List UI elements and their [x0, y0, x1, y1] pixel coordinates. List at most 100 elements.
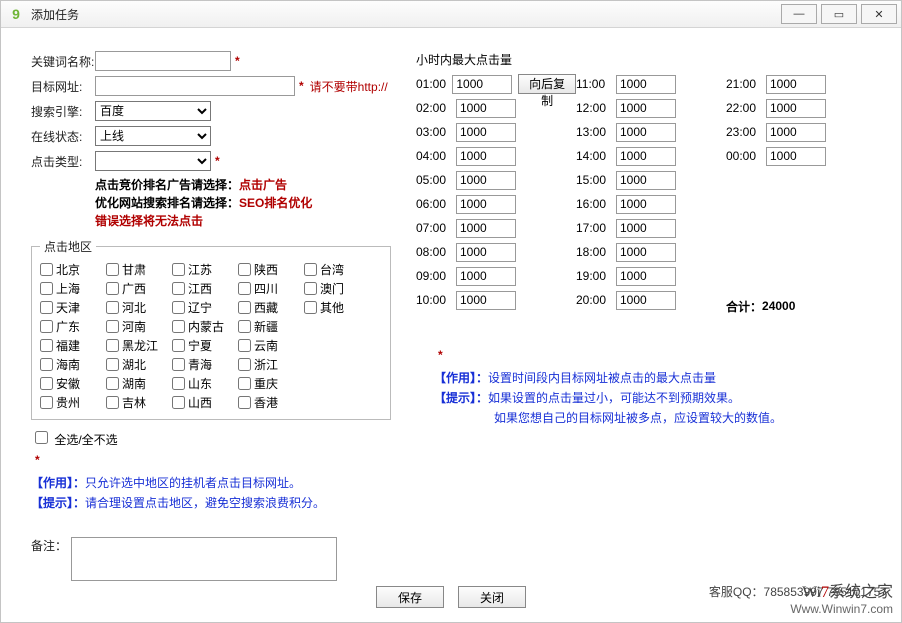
region-item[interactable]: 新疆 — [238, 318, 300, 335]
engine-select[interactable]: 百度 — [95, 101, 211, 121]
region-checkbox[interactable] — [304, 301, 317, 314]
hourly-value-input[interactable] — [616, 99, 676, 118]
region-checkbox[interactable] — [172, 301, 185, 314]
hourly-value-input[interactable] — [456, 291, 516, 310]
region-item[interactable]: 云南 — [238, 337, 300, 354]
region-checkbox[interactable] — [238, 377, 251, 390]
region-item[interactable]: 香港 — [238, 394, 300, 411]
hourly-value-input[interactable] — [456, 243, 516, 262]
save-button[interactable]: 保存 — [376, 586, 444, 608]
maximize-button[interactable]: ▭ — [821, 4, 857, 24]
region-item[interactable]: 广东 — [40, 318, 102, 335]
region-checkbox[interactable] — [106, 320, 119, 333]
hourly-value-input[interactable] — [616, 291, 676, 310]
region-checkbox[interactable] — [238, 396, 251, 409]
status-select[interactable]: 上线 — [95, 126, 211, 146]
region-item[interactable]: 辽宁 — [172, 299, 234, 316]
region-item[interactable]: 台湾 — [304, 261, 366, 278]
region-checkbox[interactable] — [106, 282, 119, 295]
close-button[interactable]: ✕ — [861, 4, 897, 24]
region-item[interactable]: 河南 — [106, 318, 168, 335]
region-checkbox[interactable] — [106, 377, 119, 390]
region-checkbox[interactable] — [172, 377, 185, 390]
region-checkbox[interactable] — [106, 339, 119, 352]
close-dialog-button[interactable]: 关闭 — [458, 586, 526, 608]
region-item[interactable]: 山东 — [172, 375, 234, 392]
region-checkbox[interactable] — [304, 282, 317, 295]
hourly-value-input[interactable] — [456, 99, 516, 118]
region-item[interactable]: 山西 — [172, 394, 234, 411]
hourly-value-input[interactable] — [616, 195, 676, 214]
region-item[interactable]: 四川 — [238, 280, 300, 297]
hourly-value-input[interactable] — [452, 75, 512, 94]
hourly-value-input[interactable] — [616, 171, 676, 190]
region-checkbox[interactable] — [106, 358, 119, 371]
select-all-row[interactable]: 全选/全不选 — [31, 428, 118, 448]
region-checkbox[interactable] — [40, 301, 53, 314]
hourly-value-input[interactable] — [456, 195, 516, 214]
region-checkbox[interactable] — [172, 320, 185, 333]
hourly-value-input[interactable] — [616, 123, 676, 142]
minimize-button[interactable]: — — [781, 4, 817, 24]
region-item[interactable]: 浙江 — [238, 356, 300, 373]
region-item[interactable]: 宁夏 — [172, 337, 234, 354]
region-checkbox[interactable] — [238, 301, 251, 314]
region-item[interactable]: 河北 — [106, 299, 168, 316]
region-item[interactable]: 安徽 — [40, 375, 102, 392]
remark-input[interactable] — [71, 537, 337, 581]
region-item[interactable]: 江西 — [172, 280, 234, 297]
region-checkbox[interactable] — [172, 263, 185, 276]
region-item[interactable]: 青海 — [172, 356, 234, 373]
region-item[interactable]: 重庆 — [238, 375, 300, 392]
region-item[interactable]: 北京 — [40, 261, 102, 278]
hourly-value-input[interactable] — [456, 171, 516, 190]
region-item[interactable]: 福建 — [40, 337, 102, 354]
hourly-value-input[interactable] — [456, 147, 516, 166]
region-checkbox[interactable] — [238, 282, 251, 295]
region-checkbox[interactable] — [304, 263, 317, 276]
region-item[interactable]: 江苏 — [172, 261, 234, 278]
region-checkbox[interactable] — [238, 358, 251, 371]
region-item[interactable]: 吉林 — [106, 394, 168, 411]
region-item[interactable]: 湖北 — [106, 356, 168, 373]
hourly-value-input[interactable] — [456, 267, 516, 286]
region-checkbox[interactable] — [172, 358, 185, 371]
region-item[interactable]: 其他 — [304, 299, 366, 316]
hourly-value-input[interactable] — [616, 147, 676, 166]
region-item[interactable]: 贵州 — [40, 394, 102, 411]
region-checkbox[interactable] — [40, 263, 53, 276]
region-checkbox[interactable] — [172, 339, 185, 352]
region-checkbox[interactable] — [238, 320, 251, 333]
region-item[interactable]: 陕西 — [238, 261, 300, 278]
hourly-value-input[interactable] — [616, 75, 676, 94]
region-checkbox[interactable] — [40, 396, 53, 409]
keyword-input[interactable] — [95, 51, 231, 71]
region-checkbox[interactable] — [172, 282, 185, 295]
region-item[interactable]: 上海 — [40, 280, 102, 297]
clicktype-select[interactable] — [95, 151, 211, 171]
select-all-checkbox[interactable] — [35, 431, 48, 444]
region-item[interactable]: 湖南 — [106, 375, 168, 392]
region-checkbox[interactable] — [106, 263, 119, 276]
hourly-value-input[interactable] — [766, 75, 826, 94]
region-checkbox[interactable] — [238, 339, 251, 352]
region-checkbox[interactable] — [40, 377, 53, 390]
region-item[interactable]: 海南 — [40, 356, 102, 373]
copy-after-button[interactable]: 向后复制 — [518, 74, 576, 94]
region-item[interactable]: 广西 — [106, 280, 168, 297]
region-checkbox[interactable] — [40, 358, 53, 371]
region-checkbox[interactable] — [106, 396, 119, 409]
region-item[interactable]: 内蒙古 — [172, 318, 234, 335]
hourly-value-input[interactable] — [766, 99, 826, 118]
region-item[interactable]: 西藏 — [238, 299, 300, 316]
region-checkbox[interactable] — [172, 396, 185, 409]
hourly-value-input[interactable] — [766, 123, 826, 142]
url-input[interactable] — [95, 76, 295, 96]
hourly-value-input[interactable] — [456, 219, 516, 238]
region-item[interactable]: 天津 — [40, 299, 102, 316]
hourly-value-input[interactable] — [616, 243, 676, 262]
region-checkbox[interactable] — [40, 282, 53, 295]
region-item[interactable]: 甘肃 — [106, 261, 168, 278]
region-checkbox[interactable] — [238, 263, 251, 276]
region-item[interactable]: 黑龙江 — [106, 337, 168, 354]
